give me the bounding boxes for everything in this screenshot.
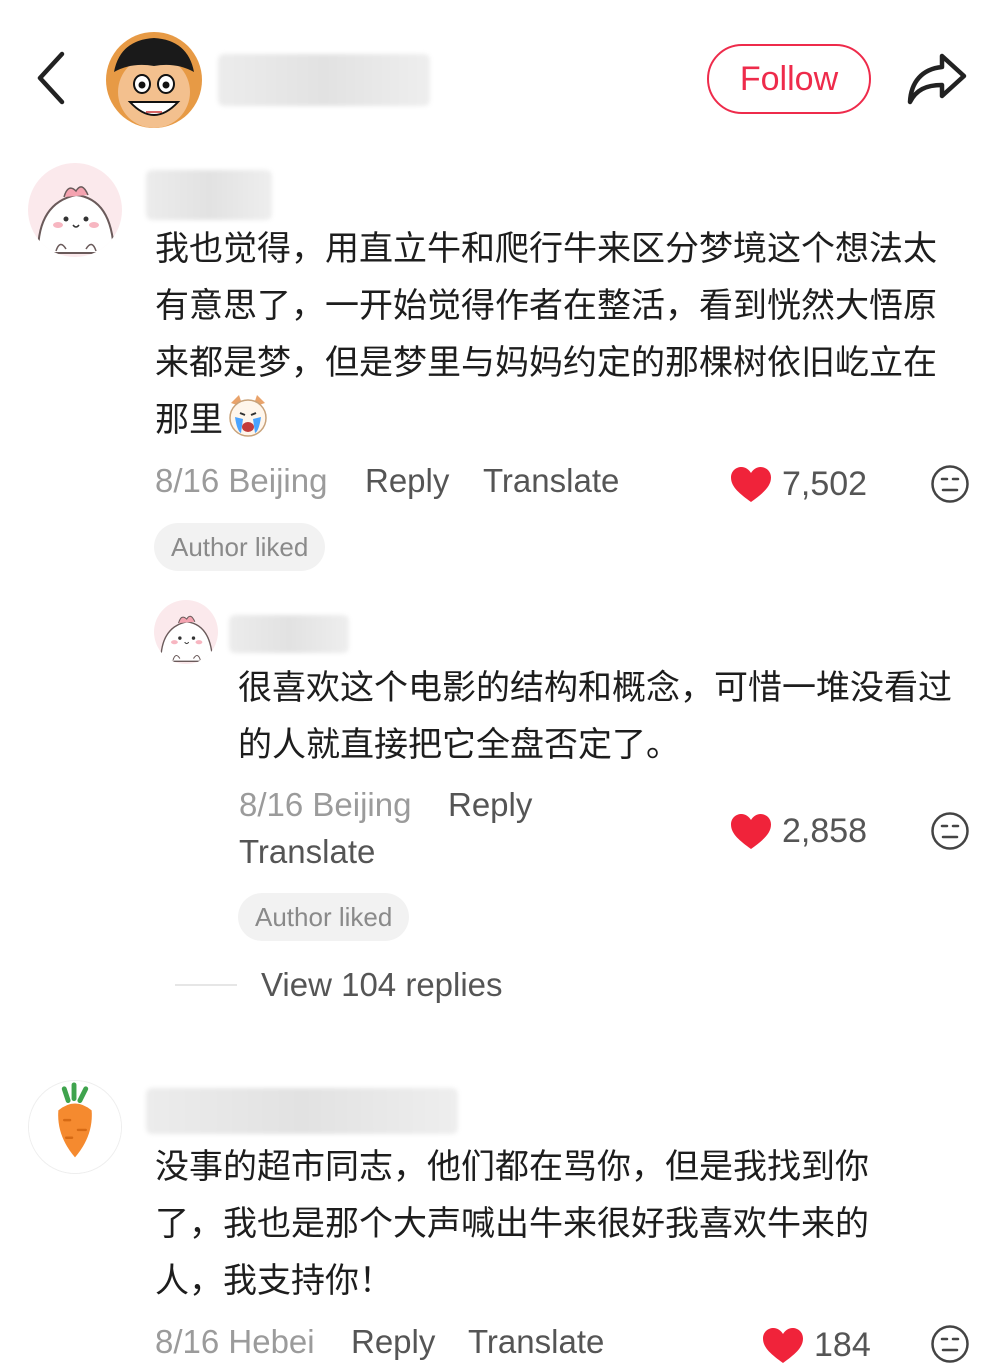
follow-button[interactable]: Follow (707, 44, 871, 114)
like-button[interactable]: 7,502 (730, 465, 867, 504)
reply-name-redacted (229, 615, 349, 653)
comment-text: 没事的超市同志，他们都在骂你，但是我找到你了，我也是那个大声喊出牛来很好我喜欢牛… (155, 1147, 869, 1301)
reaction-button[interactable] (930, 464, 970, 504)
reply-reaction-button[interactable] (930, 811, 970, 851)
heart-icon (763, 1327, 803, 1363)
like-count: 184 (814, 1326, 871, 1364)
translate-button[interactable]: Translate (468, 1323, 604, 1361)
like-count: 7,502 (782, 465, 868, 503)
reply-text: 很喜欢这个电影的结构和概念，可惜一堆没看过的人就直接把它全盘否定了。 (238, 668, 952, 765)
commenter-avatar[interactable] (28, 1080, 122, 1174)
author-liked-badge: Author liked (154, 523, 326, 571)
neutral-face-icon (931, 1325, 969, 1363)
reaction-button[interactable] (930, 1324, 970, 1364)
author-name-redacted (218, 54, 430, 106)
share-button[interactable] (904, 48, 970, 108)
commenter-name-redacted (146, 1088, 458, 1134)
reply-button[interactable]: Reply (365, 462, 449, 500)
crying-dog-emoji-icon (229, 395, 267, 437)
like-button[interactable]: 184 (762, 1326, 871, 1365)
translate-button[interactable]: Translate (483, 462, 619, 500)
commenter-name-redacted (146, 170, 272, 220)
cartoon-face-icon (106, 32, 202, 128)
heart-icon (731, 813, 771, 849)
commenter-avatar[interactable] (28, 163, 122, 257)
view-replies-label: View 104 replies (261, 966, 503, 1003)
author-avatar[interactable] (106, 32, 202, 128)
comment-body: 我也觉得，用直立牛和爬行牛来区分梦境这个想法太有意思了，一开始觉得作者在整活，看… (155, 221, 965, 449)
pink-dino-avatar-icon (28, 163, 122, 257)
neutral-face-icon (931, 465, 969, 503)
chevron-left-icon (37, 51, 65, 105)
back-button[interactable] (30, 48, 74, 108)
reply-body: 很喜欢这个电影的结构和概念，可惜一堆没看过的人就直接把它全盘否定了。 (238, 660, 968, 774)
divider-line (175, 984, 237, 986)
reply-like-button[interactable]: 2,858 (730, 812, 867, 851)
neutral-face-icon (931, 812, 969, 850)
view-replies-button[interactable]: View 104 replies (175, 966, 503, 1004)
reply-reply-button[interactable]: Reply (448, 786, 532, 824)
reply-like-count: 2,858 (782, 812, 868, 850)
share-arrow-icon (907, 53, 967, 105)
comment-date-location: 8/16 Beijing (155, 462, 328, 499)
heart-icon (731, 466, 771, 502)
comment-text: 我也觉得，用直立牛和爬行牛来区分梦境这个想法太有意思了，一开始觉得作者在整活，看… (155, 229, 937, 440)
comment-date-location: 8/16 Hebei (155, 1323, 315, 1360)
reply-avatar[interactable] (154, 600, 218, 664)
reply-translate-button[interactable]: Translate (239, 833, 375, 871)
reply-author-liked-badge: Author liked (238, 893, 410, 941)
pink-dino-avatar-icon (154, 600, 218, 664)
reply-date-location: 8/16 Beijing (239, 786, 412, 823)
reply-button[interactable]: Reply (351, 1323, 435, 1361)
carrot-avatar-icon (29, 1081, 121, 1173)
comment-body: 没事的超市同志，他们都在骂你，但是我找到你了，我也是那个大声喊出牛来很好我喜欢牛… (155, 1139, 935, 1310)
